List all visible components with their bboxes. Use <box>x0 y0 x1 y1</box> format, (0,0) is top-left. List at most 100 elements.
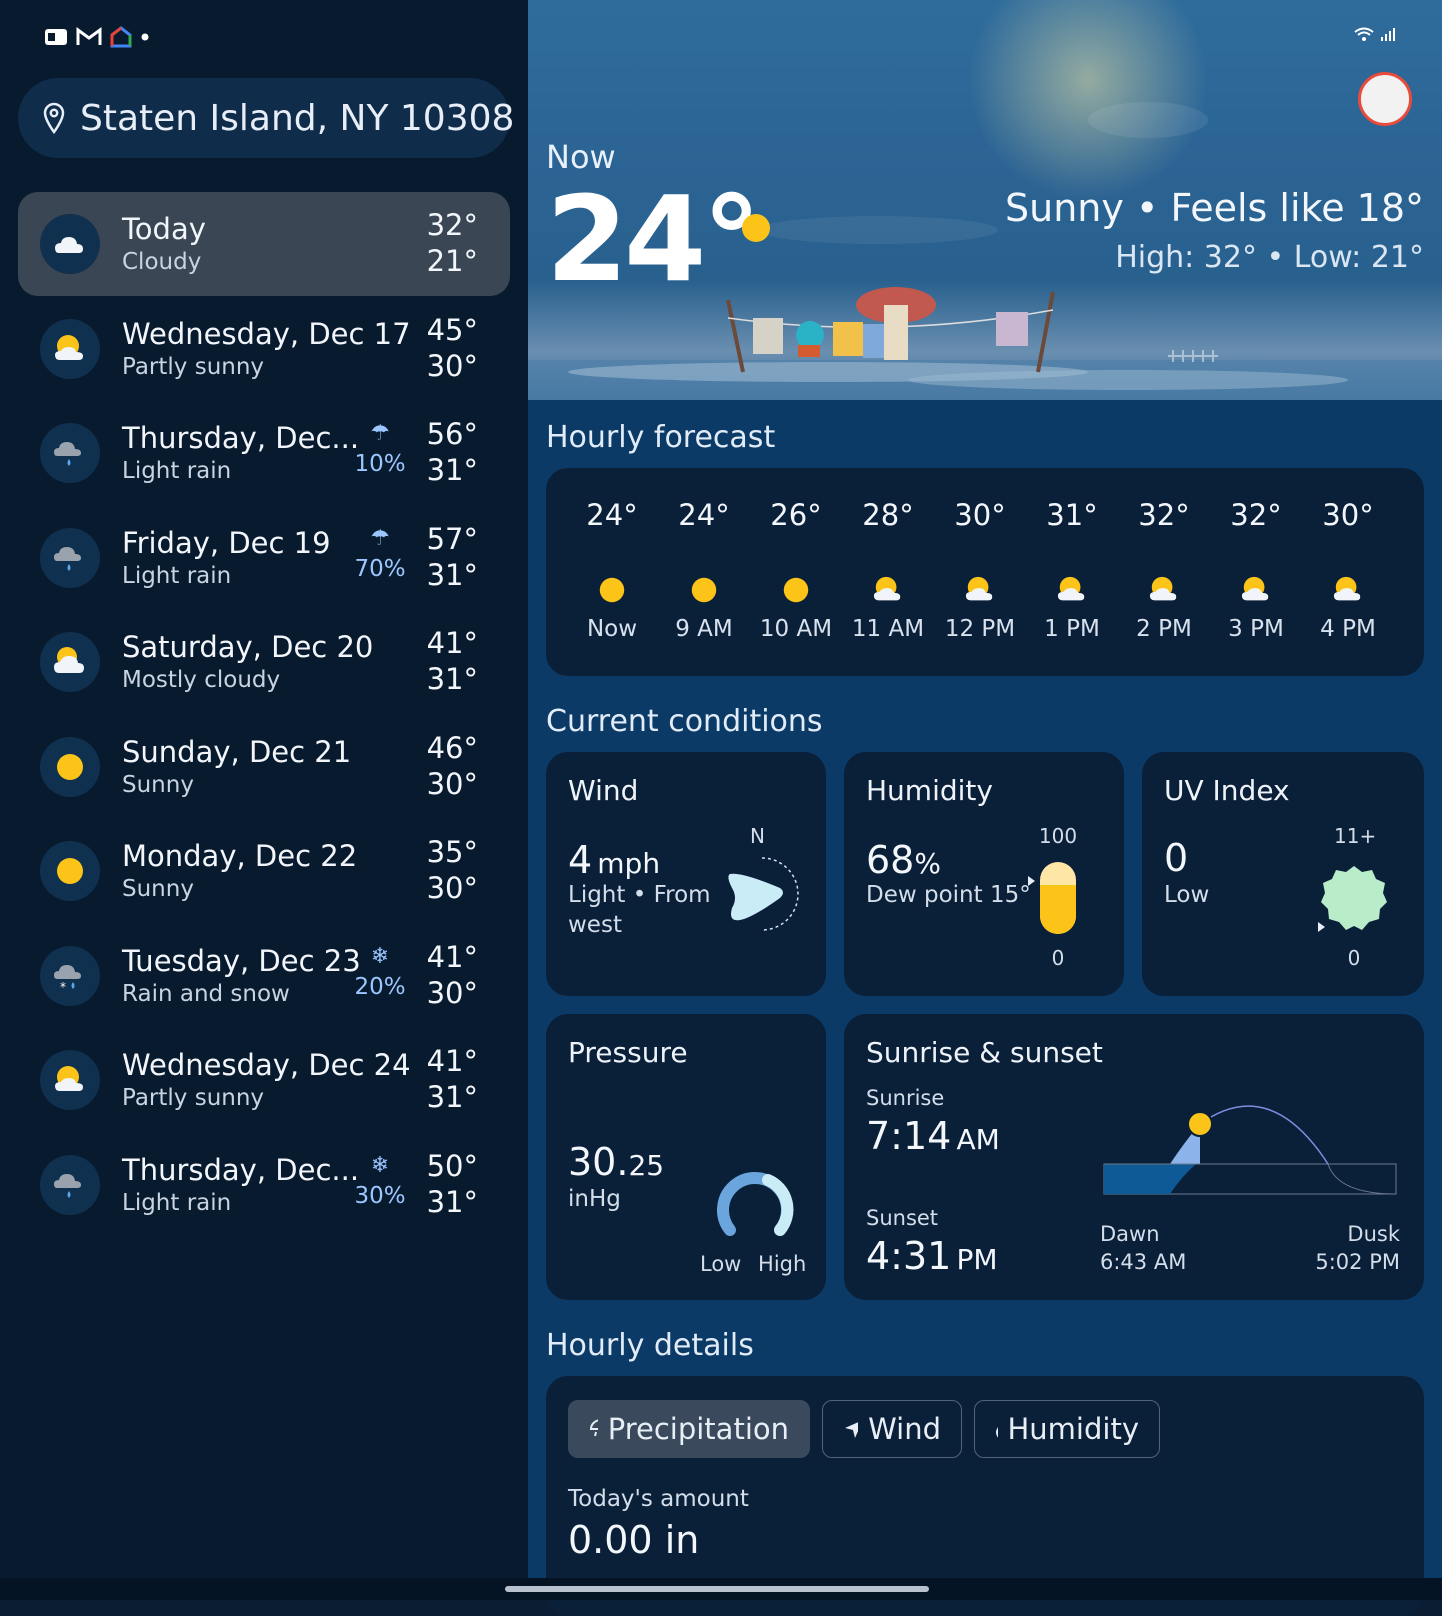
dusk-label: Dusk <box>1347 1222 1400 1246</box>
hourly-time: Now <box>586 616 638 642</box>
partly-sunny-icon <box>1241 576 1269 601</box>
uv-marker-icon <box>1318 922 1325 932</box>
daily-low: 31° <box>426 662 478 696</box>
uv-description: Low <box>1164 882 1210 908</box>
daily-condition: Mostly cloudy <box>122 667 281 693</box>
hourly-time: 4 PM <box>1320 616 1376 642</box>
hourly-temp: 30° <box>1322 498 1374 532</box>
partly-sunny-icon <box>55 334 83 360</box>
partly-sunny-icon <box>1333 576 1361 601</box>
daily-low: 31° <box>426 557 478 592</box>
tab-humidity[interactable]: Humidity <box>974 1400 1160 1458</box>
hourly-icon-wrap <box>842 574 934 606</box>
daily-precip-chance: 20% <box>354 973 406 1000</box>
hourly-time: 10 AM <box>759 616 833 642</box>
account-avatar[interactable] <box>1358 72 1412 126</box>
sunrise-ampm: AM <box>956 1123 1000 1156</box>
daily-condition: Partly sunny <box>122 1085 265 1111</box>
humidity-value: 68 <box>866 838 915 882</box>
daily-high: 56° <box>426 417 478 451</box>
daily-condition: Light rain <box>122 562 232 589</box>
news-icon <box>45 29 67 45</box>
rain-icon <box>54 1173 81 1198</box>
hourly-temp: 32° <box>1138 498 1190 532</box>
daily-low: 31° <box>426 1184 478 1219</box>
droplet-icon <box>995 1427 998 1437</box>
daily-forecast-panel: Staten Island, NY 10308 Today Cloudy 32°… <box>0 0 528 1600</box>
daily-row[interactable]: Monday, Dec 22 Sunny 35° 30° <box>18 819 510 923</box>
tab-precipitation[interactable]: Precipitation <box>568 1400 810 1458</box>
uv-index-card[interactable]: UV Index 0 Low 11+ 0 <box>1142 752 1424 996</box>
daily-icon-wrap <box>40 632 100 692</box>
hourly-forecast-card[interactable]: 24° Now 24° 9 AM 26° 10 AM 28° 11 AM 30°… <box>546 468 1424 676</box>
wind-description: Light • From <box>568 882 711 908</box>
humidity-gauge <box>1040 862 1076 934</box>
tab-precipitation-label: Precipitation <box>607 1412 789 1446</box>
daily-precip: ❄ 30% <box>350 1153 410 1209</box>
daily-high: 57° <box>426 521 478 556</box>
dew-point: Dew point 15° <box>866 882 1031 908</box>
daily-day-name: Tuesday, Dec 23 <box>122 943 361 978</box>
gesture-handle[interactable] <box>505 1586 929 1592</box>
daily-day-name: Monday, Dec 22 <box>122 839 358 873</box>
sunrise-sunset-card[interactable]: Sunrise & sunset Sunrise 7:14 AM Sunset … <box>844 1014 1424 1300</box>
daily-icon-wrap <box>40 736 100 797</box>
daily-row[interactable]: Sunday, Dec 21 Sunny 46° 30° <box>18 715 510 819</box>
hourly-time: 2 PM <box>1136 616 1192 642</box>
sunny-icon <box>599 577 625 603</box>
daily-high: 41° <box>426 939 478 974</box>
wind-unit: mph <box>597 847 661 880</box>
tab-wind[interactable]: Wind <box>822 1400 962 1458</box>
humidity-unit: % <box>914 847 941 880</box>
pressure-unit: inHg <box>568 1186 621 1212</box>
daily-row[interactable]: Thursday, Dec... Light rain ☂ 10% 56° 31… <box>18 401 510 505</box>
rain-umbrella-icon: ☂ <box>370 421 390 446</box>
daily-high: 35° <box>426 835 478 869</box>
daily-low: 30° <box>426 766 478 801</box>
daily-condition: Rain and snow <box>122 980 290 1007</box>
dawn-label: Dawn <box>1100 1222 1160 1246</box>
humidity-title: Humidity <box>866 774 993 807</box>
daily-row[interactable]: Wednesday, Dec 17 Partly sunny 45° 30° <box>18 297 510 401</box>
daily-precip-chance: 30% <box>354 1182 406 1209</box>
humidity-gauge-fill <box>1040 885 1076 934</box>
pressure-card[interactable]: Pressure 30.25 inHg Low High <box>546 1014 826 1300</box>
humidity-max-label: 100 <box>1038 824 1078 848</box>
uv-min-label: 0 <box>1347 946 1361 970</box>
daily-low: 30° <box>426 975 478 1010</box>
hourly-time: 11 AM <box>851 616 925 642</box>
daily-row[interactable]: Today Cloudy 32° 21° <box>18 192 510 296</box>
daily-day-name: Thursday, Dec... <box>122 421 360 455</box>
daily-high: 46° <box>426 730 478 765</box>
daily-row[interactable]: * Tuesday, Dec 23 Rain and snow ❄ 20% 41… <box>18 924 510 1028</box>
daily-row[interactable]: Thursday, Dec... Light rain ❄ 30% 50° 31… <box>18 1133 510 1237</box>
gmail-icon <box>76 27 102 45</box>
location-label: Staten Island, NY 10308 <box>80 97 515 139</box>
daily-condition: Sunny <box>122 876 194 902</box>
daily-precip-chance: 10% <box>354 451 406 477</box>
location-search-bar[interactable]: Staten Island, NY 10308 <box>18 78 514 158</box>
sunny-icon <box>742 214 770 242</box>
rain-umbrella-icon: ☂ <box>370 525 390 551</box>
hourly-temp: 31° <box>1046 498 1098 532</box>
todays-amount-value: 0.00 in <box>568 1518 700 1562</box>
humidity-card[interactable]: Humidity 68% Dew point 15° 100 0 <box>844 752 1124 996</box>
cloudy-icon <box>55 237 83 253</box>
partly-sunny-icon <box>873 576 901 601</box>
hourly-time: 1 PM <box>1044 616 1100 642</box>
hourly-icon-wrap <box>1026 574 1118 606</box>
daily-row[interactable]: Wednesday, Dec 24 Partly sunny 41° 31° <box>18 1028 510 1132</box>
daily-high: 41° <box>426 626 478 660</box>
daily-day-name: Thursday, Dec... <box>122 1152 360 1187</box>
hourly-icon-wrap <box>750 574 842 606</box>
sunset-ampm: PM <box>956 1243 998 1276</box>
wind-title: Wind <box>568 774 639 807</box>
daily-row[interactable]: Saturday, Dec 20 Mostly cloudy 41° 31° <box>18 610 510 714</box>
tab-humidity-label: Humidity <box>1007 1412 1140 1446</box>
pressure-gauge-icon <box>717 1172 794 1236</box>
dusk-time: 5:02 PM <box>1315 1250 1400 1274</box>
wind-card[interactable]: Wind 4 mph Light • From west N <box>546 752 826 996</box>
daily-low: 21° <box>426 244 478 278</box>
daily-row[interactable]: Friday, Dec 19 Light rain ☂ 70% 57° 31° <box>18 506 510 610</box>
sunrise-label: Sunrise <box>866 1086 945 1110</box>
